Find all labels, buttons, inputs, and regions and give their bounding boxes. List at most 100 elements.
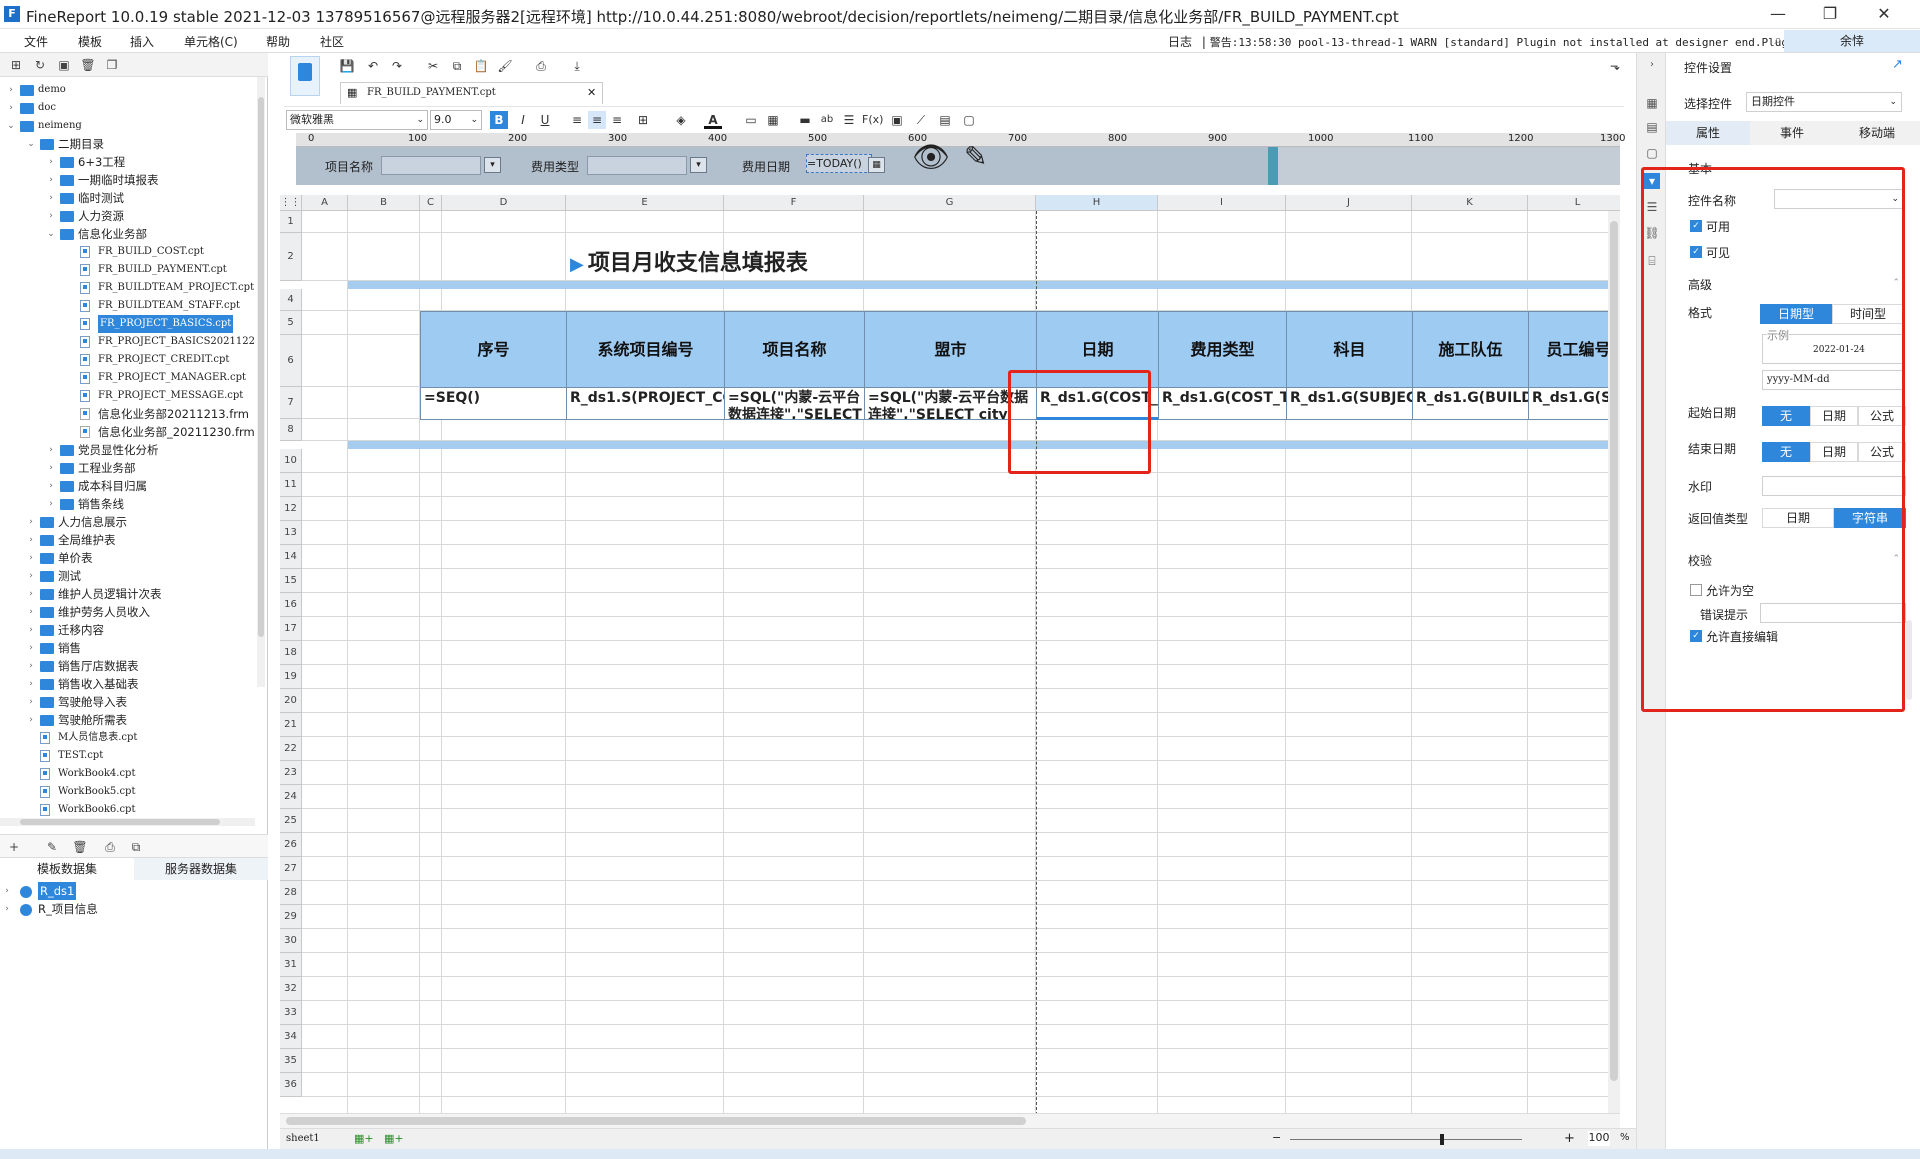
select-widget-dropdown[interactable]: 日期控件 ⌄ (1746, 92, 1902, 112)
header-cell[interactable]: 科目 (1286, 311, 1413, 388)
row-header[interactable]: 27 (280, 857, 302, 881)
formula-cell[interactable]: R_ds1.G(SUBJECT_A) (1286, 387, 1413, 420)
column-header[interactable]: L (1528, 195, 1620, 211)
cut-icon[interactable]: ✂ (424, 57, 442, 75)
row-header[interactable]: 31 (280, 953, 302, 977)
column-header[interactable]: G (864, 195, 1036, 211)
row-header[interactable]: 29 (280, 905, 302, 929)
paste-icon[interactable]: 📋 (472, 57, 490, 75)
chevron-right-icon[interactable]: › (26, 603, 36, 621)
chevron-right-icon[interactable]: › (46, 189, 56, 207)
cell-attr-icon[interactable]: ▦ (1644, 95, 1660, 111)
row-header[interactable]: 10 (280, 449, 302, 473)
formula-cell[interactable]: =SQL("内蒙-云平台数据连接","SELECT (724, 387, 865, 420)
delete-dataset-icon[interactable]: 🗑 (72, 839, 88, 855)
formula-cell[interactable]: R_ds1.S(PROJECT_CODE) (566, 387, 725, 420)
column-header[interactable]: K (1412, 195, 1528, 211)
save-icon[interactable]: 💾 (338, 57, 356, 75)
align-left-icon[interactable]: ≡ (568, 111, 586, 129)
chevron-right-icon[interactable]: › (6, 99, 16, 117)
column-header[interactable]: D (442, 195, 566, 211)
edit-pencil-icon[interactable]: ✎ (964, 140, 987, 173)
row-header[interactable]: 30 (280, 929, 302, 953)
chevron-right-icon[interactable]: › (26, 621, 36, 639)
formula-cell[interactable]: =SEQ() (420, 387, 567, 420)
header-cell[interactable]: 员工编号 (1528, 311, 1620, 388)
chevron-right-icon[interactable]: › (26, 693, 36, 711)
row-header[interactable]: 26 (280, 833, 302, 857)
align-center-icon[interactable]: ≡ (588, 111, 606, 129)
undo-icon[interactable]: ↶ (364, 57, 382, 75)
add-dataset-icon[interactable]: + (6, 839, 22, 855)
column-header[interactable]: F (724, 195, 864, 211)
tree-hscrollbar[interactable] (0, 818, 255, 826)
report-title[interactable]: ▶ 项目月收支信息填报表 (570, 245, 808, 277)
redo-icon[interactable]: ↷ (388, 57, 406, 75)
tab-events[interactable]: 事件 (1750, 121, 1834, 145)
underline-button[interactable]: U (536, 111, 554, 129)
param-input-project[interactable] (381, 156, 481, 175)
row-header[interactable]: 17 (280, 617, 302, 641)
chevron-right-icon[interactable]: › (46, 207, 56, 225)
tree-scrollbar[interactable] (257, 77, 265, 687)
chevron-right-icon[interactable]: › (26, 657, 36, 675)
row-header[interactable]: 28 (280, 881, 302, 905)
copy-dataset-icon[interactable]: ⧉ (128, 839, 144, 855)
row-header[interactable]: 35 (280, 1049, 302, 1073)
report-design-button[interactable] (290, 56, 320, 96)
zoom-value[interactable]: 100 (1588, 1131, 1610, 1146)
menu-community[interactable]: 社区 (320, 33, 344, 50)
chevron-right-icon[interactable]: › (26, 513, 36, 531)
list-icon[interactable]: ☰ (840, 111, 858, 129)
pin-icon[interactable]: ⤓ (568, 57, 586, 75)
column-header[interactable]: H (1036, 195, 1158, 211)
font-color-icon[interactable]: A (704, 111, 722, 129)
text-icon[interactable]: ab (818, 111, 836, 129)
close-tab-icon[interactable]: ✕ (587, 86, 596, 99)
pin-panel-icon[interactable]: ↗ (1892, 57, 1903, 72)
menu-cell[interactable]: 单元格(C) (184, 33, 238, 50)
chevron-right-icon[interactable]: › (46, 495, 56, 513)
row-header[interactable]: 25 (280, 809, 302, 833)
minimize-icon[interactable]: — (1764, 4, 1792, 24)
chevron-right-icon[interactable]: › (6, 81, 16, 99)
row-header[interactable]: 7 (280, 387, 302, 419)
delete-icon[interactable]: 🗑 (80, 57, 96, 73)
preview-page-icon[interactable]: ⎙ (532, 57, 550, 75)
subreport-icon[interactable]: ▤ (936, 111, 954, 129)
chevron-down-icon[interactable]: ⌄ (46, 225, 56, 243)
param-resize-handle[interactable] (1268, 147, 1278, 185)
header-cell[interactable]: 系统项目编号 (566, 311, 725, 388)
unmerge-icon[interactable]: ▦ (764, 111, 782, 129)
chevron-right-icon[interactable]: › (26, 675, 36, 693)
sheet-scrollbar[interactable] (280, 1113, 1620, 1128)
menu-file[interactable]: 文件 (24, 33, 48, 50)
formula-cell[interactable]: R_ds1.G(COST_TYPE) (1158, 387, 1287, 420)
file-tab[interactable]: ▦ FR_BUILD_PAYMENT.cpt ✕ (340, 82, 603, 104)
row-header[interactable]: 6 (280, 335, 302, 387)
collapse-panel-icon[interactable]: › (1644, 57, 1660, 73)
header-cell[interactable]: 费用类型 (1158, 311, 1287, 388)
tab-template-dataset[interactable]: 模板数据集 (0, 858, 134, 880)
zoom-slider[interactable] (1290, 1139, 1522, 1140)
column-header[interactable]: I (1158, 195, 1286, 211)
sheet-tab[interactable]: sheet1 (286, 1133, 320, 1144)
row-header[interactable]: 21 (280, 713, 302, 737)
copy-icon[interactable]: ❐ (104, 57, 120, 73)
menu-template[interactable]: 模板 (78, 33, 102, 50)
copy-icon[interactable]: ⧉ (448, 57, 466, 75)
cell-style-icon[interactable]: ▤ (1644, 119, 1660, 135)
chevron-right-icon[interactable]: › (46, 459, 56, 477)
chevron-right-icon[interactable]: › (46, 441, 56, 459)
align-right-icon[interactable]: ≡ (608, 111, 626, 129)
new-folder-icon[interactable]: ⊞ (8, 57, 24, 73)
row-header[interactable]: 1 (280, 211, 302, 233)
preview-icon[interactable]: ⎙ (102, 839, 118, 855)
format-painter-icon[interactable]: 🖌 (496, 57, 514, 75)
frame-icon[interactable]: ▢ (960, 111, 978, 129)
row-header[interactable]: 20 (280, 689, 302, 713)
row-header[interactable]: 5 (280, 311, 302, 335)
italic-button[interactable]: I (514, 111, 532, 129)
chevron-right-icon[interactable]: › (26, 711, 36, 729)
insert-row-icon[interactable]: ▬ (796, 111, 814, 129)
